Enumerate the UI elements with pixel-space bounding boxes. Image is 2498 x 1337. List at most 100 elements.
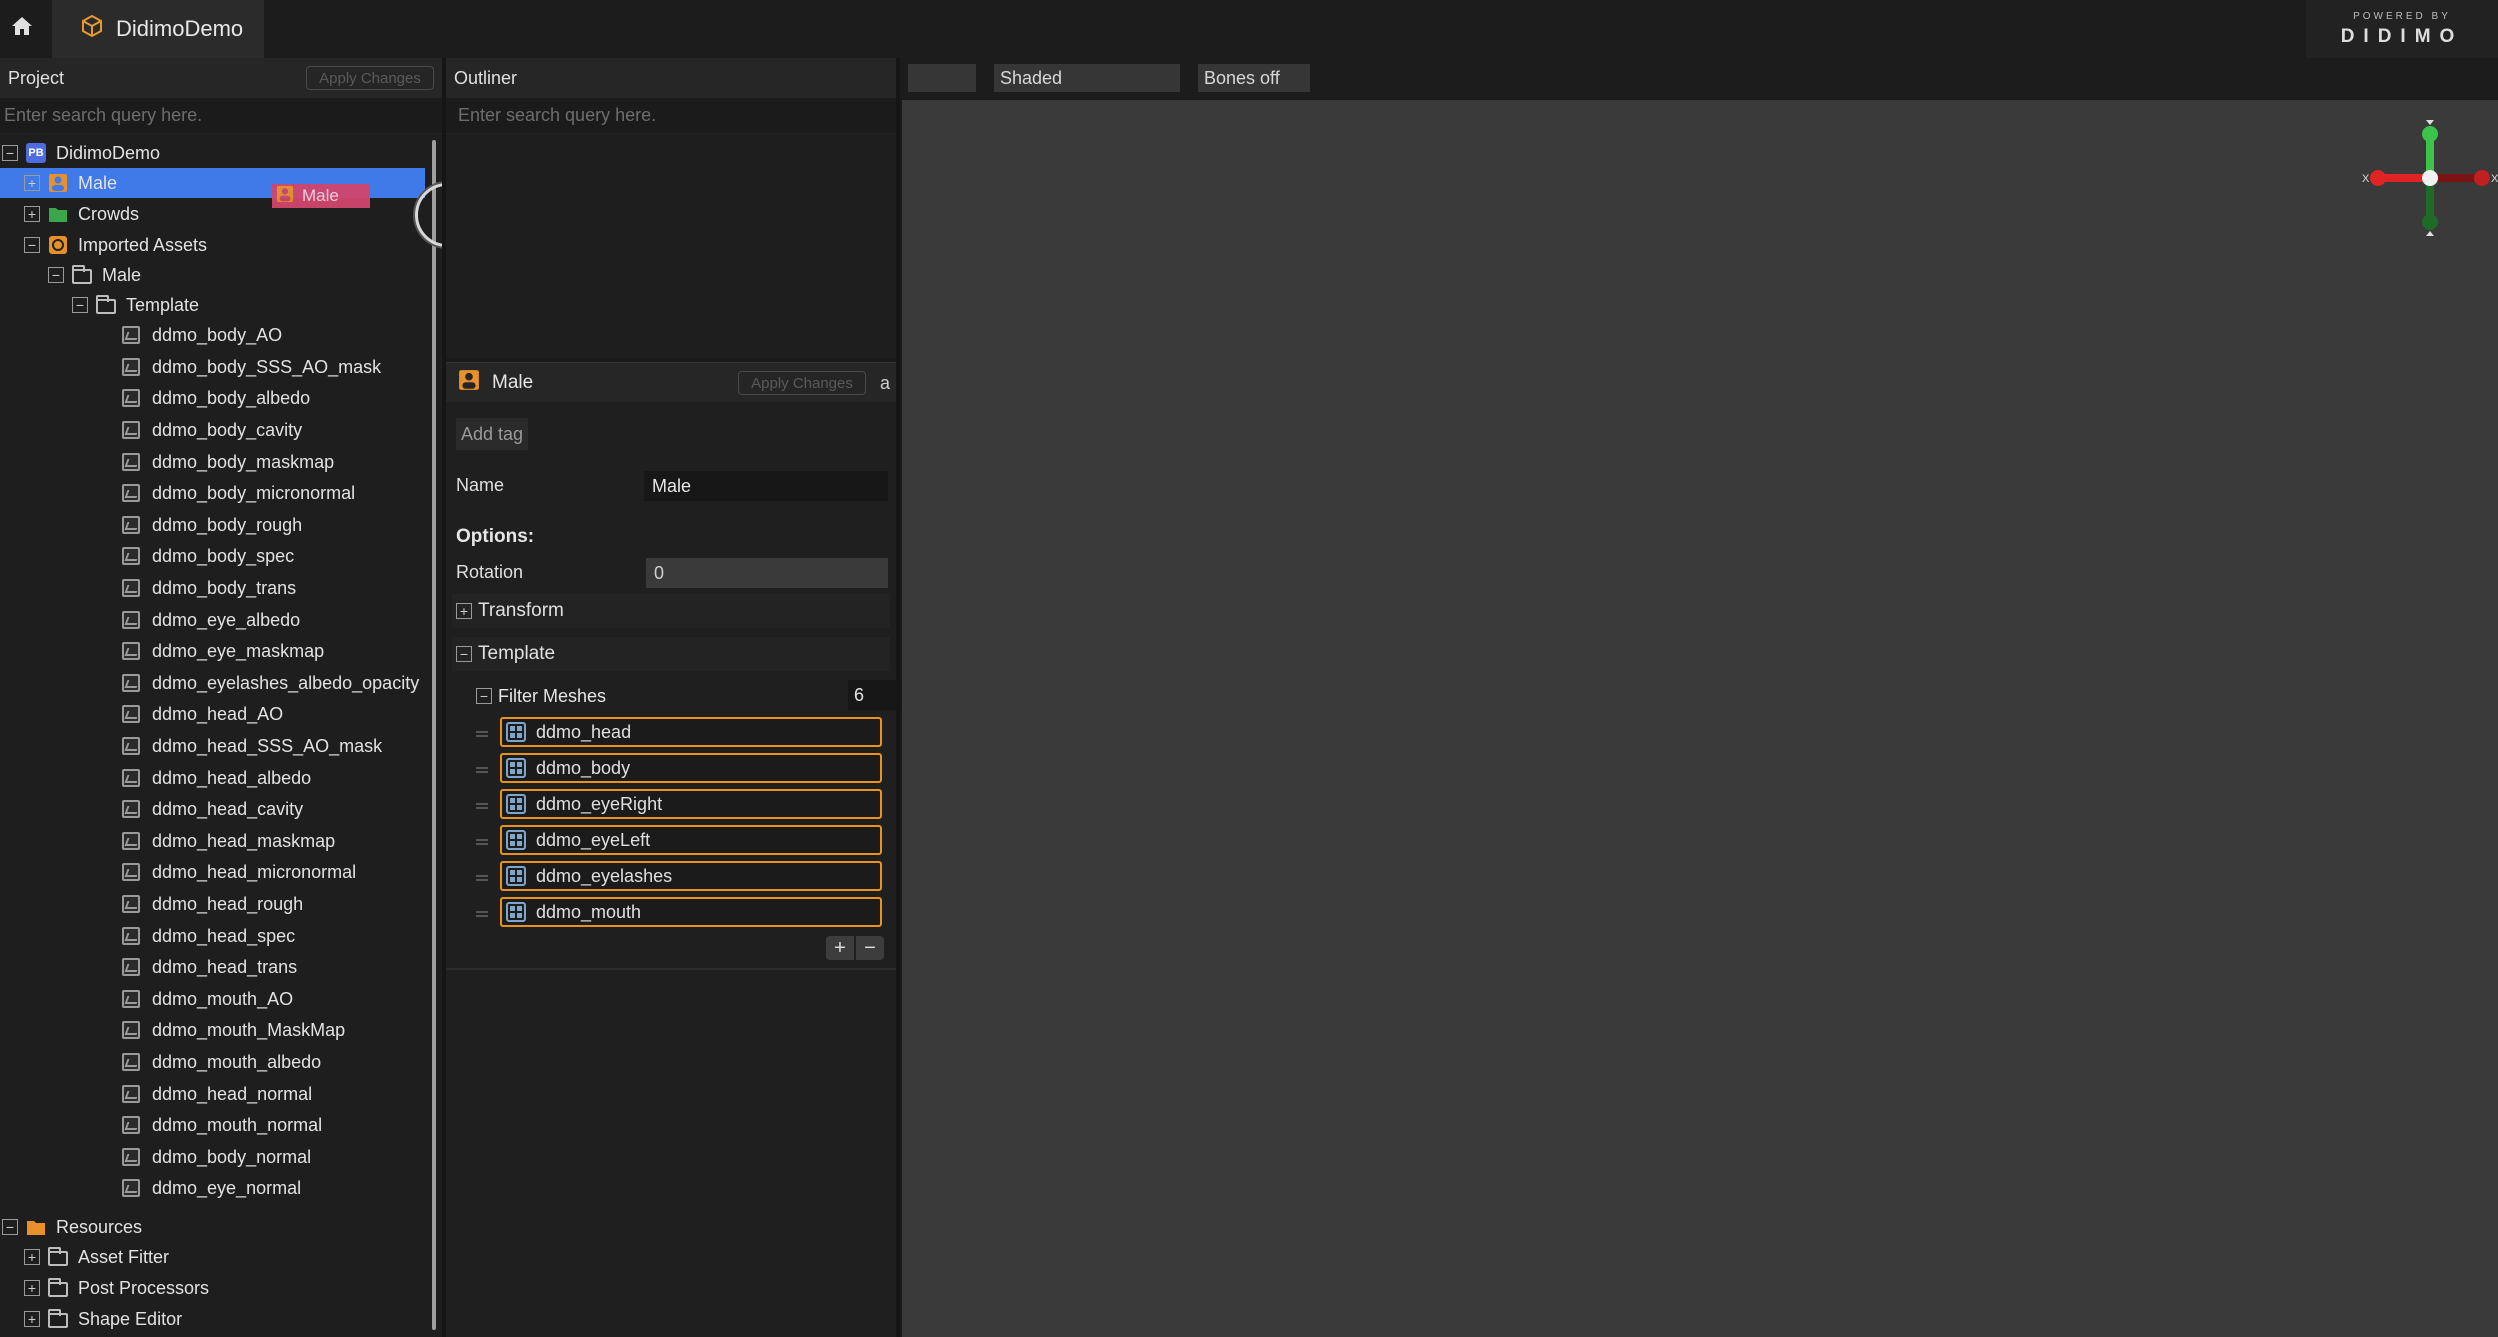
collapse-icon[interactable]: − [456,646,472,662]
texture-item[interactable]: ddmo_mouth_albedo [0,1047,430,1077]
project-apply-changes-button[interactable]: Apply Changes [306,66,434,90]
expand-icon[interactable]: + [24,1280,40,1296]
texture-item[interactable]: ddmo_body_maskmap [0,447,430,477]
collapse-icon[interactable]: − [72,297,88,313]
drag-handle-icon[interactable] [476,731,488,737]
collapse-icon[interactable]: − [2,1219,18,1235]
shading-dropdown[interactable]: Shaded [994,64,1180,92]
inspector-apply-changes-button[interactable]: Apply Changes [738,371,866,395]
texture-item[interactable]: ddmo_head_rough [0,889,430,919]
drag-handle-icon[interactable] [476,767,488,773]
texture-item[interactable]: ddmo_head_cavity [0,794,430,824]
tree-item-post-processors[interactable]: + Post Processors [0,1273,430,1303]
texture-item[interactable]: ddmo_body_micronormal [0,478,430,508]
mesh-item-ddmo-body[interactable]: ddmo_body [500,753,882,783]
texture-item[interactable]: ddmo_head_albedo [0,763,430,793]
home-button[interactable] [0,0,44,58]
texture-label: ddmo_body_SSS_AO_mask [152,356,382,377]
add-mesh-button[interactable]: + [826,936,854,960]
texture-icon [122,421,140,439]
expand-icon[interactable]: + [24,206,40,222]
axis-gizmo[interactable]: X X [2360,112,2498,242]
texture-item[interactable]: ddmo_eye_albedo [0,605,430,635]
collapse-icon[interactable]: − [48,267,64,283]
texture-icon [122,832,140,850]
texture-item[interactable]: ddmo_body_spec [0,541,430,571]
remove-mesh-button[interactable]: − [856,936,884,960]
mesh-item-ddmo-head[interactable]: ddmo_head [500,717,882,747]
texture-item[interactable]: ddmo_body_cavity [0,415,430,445]
texture-item[interactable]: ddmo_head_AO [0,699,430,729]
panel-divider[interactable] [896,58,900,1337]
name-input[interactable]: Male [644,471,888,501]
project-search-input[interactable]: Enter search query here. [0,98,442,134]
folder-icon [96,294,116,314]
mesh-label: ddmo_eyelashes [536,865,673,886]
project-scrollbar[interactable] [432,140,436,1330]
texture-item[interactable]: ddmo_eye_maskmap [0,636,430,666]
transform-section[interactable]: + Transform [452,594,890,628]
texture-item[interactable]: ddmo_body_SSS_AO_mask [0,352,430,382]
tree-item-imported-male[interactable]: − Male [0,260,430,290]
texture-label: ddmo_head_SSS_AO_mask [152,735,383,756]
texture-item[interactable]: ddmo_head_maskmap [0,826,430,856]
drag-handle-icon[interactable] [476,911,488,917]
texture-item[interactable]: ddmo_body_rough [0,510,430,540]
texture-item[interactable]: ddmo_eye_normal [0,1173,430,1203]
template-section[interactable]: − Template [452,637,890,671]
character-icon [48,173,68,193]
texture-icon [122,705,140,723]
tree-item-didimodemo[interactable]: − PB DidimoDemo [2,138,432,168]
texture-item[interactable]: ddmo_head_normal [0,1079,430,1109]
collapse-icon[interactable]: − [476,688,492,704]
drag-handle-icon[interactable] [476,839,488,845]
mesh-item-ddmo-mouth[interactable]: ddmo_mouth [500,897,882,927]
texture-item[interactable]: ddmo_mouth_normal [0,1110,430,1140]
outliner-search-input[interactable]: Enter search query here. [446,98,896,134]
texture-item[interactable]: ddmo_body_trans [0,573,430,603]
texture-item[interactable]: ddmo_mouth_AO [0,984,430,1014]
expand-icon[interactable]: + [24,175,40,191]
tree-item-imported-assets[interactable]: − Imported Assets [0,230,430,260]
texture-icon [122,389,140,407]
mesh-icon [506,902,526,922]
drag-handle-icon[interactable] [476,875,488,881]
texture-label: ddmo_head_rough [152,893,304,914]
expand-icon[interactable]: + [24,1249,40,1265]
texture-item[interactable]: ddmo_mouth_MaskMap [0,1015,430,1045]
texture-item[interactable]: ddmo_body_normal [0,1142,430,1172]
tree-item-shape-editor[interactable]: + Shape Editor [0,1304,430,1334]
texture-icon [122,611,140,629]
expand-icon[interactable]: + [456,603,472,619]
add-tag-button[interactable]: Add tag [456,418,528,450]
texture-item[interactable]: ddmo_head_SSS_AO_mask [0,731,430,761]
camera-dropdown[interactable] [908,64,976,92]
texture-item[interactable]: ddmo_head_spec [0,921,430,951]
app-tab[interactable]: DidimoDemo [52,0,264,58]
tree-item-resources[interactable]: − Resources [2,1212,432,1242]
resources-folder-icon [26,1217,46,1237]
mesh-item-ddmo-eyeleft[interactable]: ddmo_eyeLeft [500,825,882,855]
tree-item-template[interactable]: − Template [0,290,430,320]
texture-item[interactable]: ddmo_body_AO [0,320,430,350]
texture-item[interactable]: ddmo_head_trans [0,952,430,982]
collapse-icon[interactable]: − [24,237,40,253]
drag-handle-icon[interactable] [476,803,488,809]
tree-item-asset-fitter[interactable]: + Asset Fitter [0,1242,430,1272]
texture-item[interactable]: ddmo_head_micronormal [0,857,430,887]
brand-powered-by: POWERED BY [2353,10,2451,22]
bones-toggle[interactable]: Bones off [1198,64,1310,92]
outliner-title: Outliner [454,67,518,88]
texture-icon [122,800,140,818]
expand-icon[interactable]: + [24,1311,40,1327]
mesh-item-ddmo-eyeright[interactable]: ddmo_eyeRight [500,789,882,819]
3d-viewport[interactable] [902,100,2498,1337]
rotation-input[interactable]: 0 [646,558,888,588]
texture-label: ddmo_eyelashes_albedo_opacity [152,672,420,693]
texture-item[interactable]: ddmo_eyelashes_albedo_opacity [0,668,430,698]
texture-item[interactable]: ddmo_body_albedo [0,383,430,413]
collapse-icon[interactable]: − [2,145,18,161]
filter-meshes-row[interactable]: − Filter Meshes 6 [476,680,916,712]
lock-icon[interactable]: a [880,373,890,394]
mesh-item-ddmo-eyelashes[interactable]: ddmo_eyelashes [500,861,882,891]
